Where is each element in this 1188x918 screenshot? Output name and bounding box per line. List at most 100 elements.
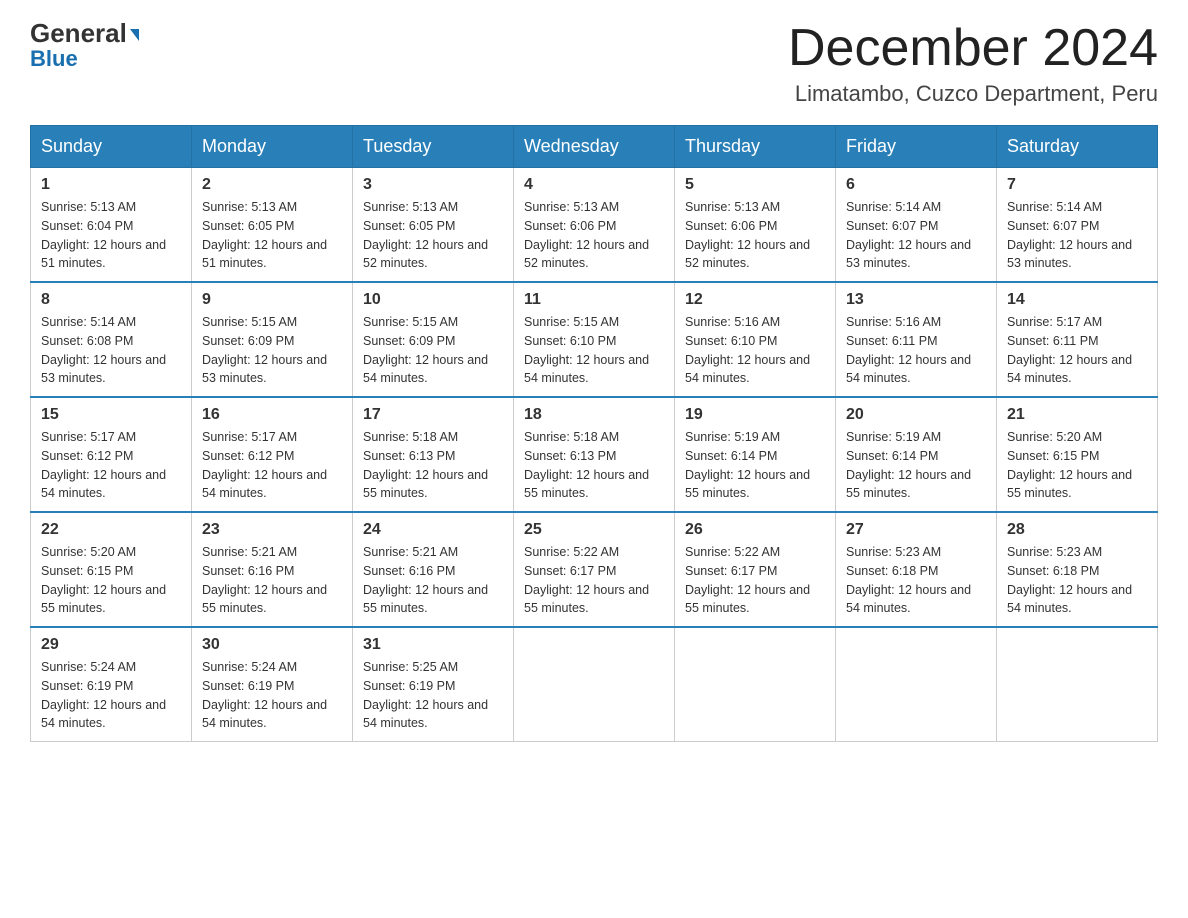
title-block: December 2024 Limatambo, Cuzco Departmen… xyxy=(788,20,1158,107)
calendar-week-3: 15 Sunrise: 5:17 AMSunset: 6:12 PMDayligh… xyxy=(31,397,1158,512)
day-number: 26 xyxy=(685,521,825,539)
day-number: 24 xyxy=(363,521,503,539)
day-number: 16 xyxy=(202,406,342,424)
day-number: 12 xyxy=(685,291,825,309)
calendar-cell: 17 Sunrise: 5:18 AMSunset: 6:13 PMDayligh… xyxy=(353,397,514,512)
day-info: Sunrise: 5:22 AMSunset: 6:17 PMDaylight:… xyxy=(524,543,664,618)
day-number: 31 xyxy=(363,636,503,654)
day-info: Sunrise: 5:15 AMSunset: 6:09 PMDaylight:… xyxy=(363,313,503,388)
calendar-cell: 16Sunrise: 5:17 AMSunset: 6:12 PMDayligh… xyxy=(192,397,353,512)
day-info: Sunrise: 5:15 AMSunset: 6:10 PMDaylight:… xyxy=(524,313,664,388)
day-number: 2 xyxy=(202,176,342,194)
day-number: 4 xyxy=(524,176,664,194)
day-info: Sunrise: 5:24 AMSunset: 6:19 PMDaylight:… xyxy=(41,658,181,733)
logo: General Blue xyxy=(30,20,139,72)
calendar-week-1: 1 Sunrise: 5:13 AMSunset: 6:04 PMDaylight… xyxy=(31,168,1158,283)
day-number: 28 xyxy=(1007,521,1147,539)
day-number: 6 xyxy=(846,176,986,194)
calendar-week-4: 22 Sunrise: 5:20 AMSunset: 6:15 PMDayligh… xyxy=(31,512,1158,627)
day-info: Sunrise: 5:23 AMSunset: 6:18 PMDaylight:… xyxy=(846,543,986,618)
day-info: Sunrise: 5:14 AMSunset: 6:07 PMDaylight:… xyxy=(1007,198,1147,273)
calendar-cell: 24 Sunrise: 5:21 AMSunset: 6:16 PMDayligh… xyxy=(353,512,514,627)
col-header-wednesday: Wednesday xyxy=(514,126,675,168)
month-title: December 2024 xyxy=(788,20,1158,77)
day-number: 14 xyxy=(1007,291,1147,309)
calendar-cell: 3Sunrise: 5:13 AMSunset: 6:05 PMDaylight… xyxy=(353,168,514,283)
day-info: Sunrise: 5:14 AMSunset: 6:08 PMDaylight:… xyxy=(41,313,181,388)
calendar-cell: 19Sunrise: 5:19 AMSunset: 6:14 PMDayligh… xyxy=(675,397,836,512)
day-info: Sunrise: 5:13 AMSunset: 6:06 PMDaylight:… xyxy=(685,198,825,273)
calendar-cell: 20 Sunrise: 5:19 AMSunset: 6:14 PMDayligh… xyxy=(836,397,997,512)
day-number: 3 xyxy=(363,176,503,194)
calendar-cell: 13 Sunrise: 5:16 AMSunset: 6:11 PMDayligh… xyxy=(836,282,997,397)
day-info: Sunrise: 5:19 AMSunset: 6:14 PMDaylight:… xyxy=(846,428,986,503)
day-info: Sunrise: 5:14 AMSunset: 6:07 PMDaylight:… xyxy=(846,198,986,273)
day-number: 15 xyxy=(41,406,181,424)
day-info: Sunrise: 5:13 AMSunset: 6:04 PMDaylight:… xyxy=(41,198,181,273)
calendar-cell: 5Sunrise: 5:13 AMSunset: 6:06 PMDaylight… xyxy=(675,168,836,283)
day-info: Sunrise: 5:20 AMSunset: 6:15 PMDaylight:… xyxy=(1007,428,1147,503)
day-number: 9 xyxy=(202,291,342,309)
day-info: Sunrise: 5:16 AMSunset: 6:10 PMDaylight:… xyxy=(685,313,825,388)
location-title: Limatambo, Cuzco Department, Peru xyxy=(788,81,1158,107)
day-info: Sunrise: 5:18 AMSunset: 6:13 PMDaylight:… xyxy=(363,428,503,503)
calendar-header-row: SundayMondayTuesdayWednesdayThursdayFrid… xyxy=(31,126,1158,168)
day-info: Sunrise: 5:13 AMSunset: 6:05 PMDaylight:… xyxy=(202,198,342,273)
day-number: 22 xyxy=(41,521,181,539)
day-number: 1 xyxy=(41,176,181,194)
calendar-cell: 30Sunrise: 5:24 AMSunset: 6:19 PMDayligh… xyxy=(192,627,353,742)
day-info: Sunrise: 5:22 AMSunset: 6:17 PMDaylight:… xyxy=(685,543,825,618)
calendar-cell: 7Sunrise: 5:14 AMSunset: 6:07 PMDaylight… xyxy=(997,168,1158,283)
day-number: 17 xyxy=(363,406,503,424)
day-info: Sunrise: 5:20 AMSunset: 6:15 PMDaylight:… xyxy=(41,543,181,618)
calendar-cell: 9 Sunrise: 5:15 AMSunset: 6:09 PMDaylight… xyxy=(192,282,353,397)
day-info: Sunrise: 5:13 AMSunset: 6:06 PMDaylight:… xyxy=(524,198,664,273)
col-header-thursday: Thursday xyxy=(675,126,836,168)
calendar-cell: 23Sunrise: 5:21 AMSunset: 6:16 PMDayligh… xyxy=(192,512,353,627)
calendar-cell: 26 Sunrise: 5:22 AMSunset: 6:17 PMDayligh… xyxy=(675,512,836,627)
day-info: Sunrise: 5:17 AMSunset: 6:12 PMDaylight:… xyxy=(41,428,181,503)
day-number: 8 xyxy=(41,291,181,309)
day-number: 27 xyxy=(846,521,986,539)
day-number: 21 xyxy=(1007,406,1147,424)
calendar-cell: 12 Sunrise: 5:16 AMSunset: 6:10 PMDayligh… xyxy=(675,282,836,397)
calendar-cell: 28 Sunrise: 5:23 AMSunset: 6:18 PMDayligh… xyxy=(997,512,1158,627)
day-number: 10 xyxy=(363,291,503,309)
calendar-cell: 29 Sunrise: 5:24 AMSunset: 6:19 PMDayligh… xyxy=(31,627,192,742)
page-header: General Blue December 2024 Limatambo, Cu… xyxy=(30,20,1158,107)
calendar-cell: 11Sunrise: 5:15 AMSunset: 6:10 PMDayligh… xyxy=(514,282,675,397)
day-info: Sunrise: 5:24 AMSunset: 6:19 PMDaylight:… xyxy=(202,658,342,733)
day-info: Sunrise: 5:21 AMSunset: 6:16 PMDaylight:… xyxy=(202,543,342,618)
day-info: Sunrise: 5:17 AMSunset: 6:11 PMDaylight:… xyxy=(1007,313,1147,388)
day-info: Sunrise: 5:21 AMSunset: 6:16 PMDaylight:… xyxy=(363,543,503,618)
calendar-cell: 4 Sunrise: 5:13 AMSunset: 6:06 PMDaylight… xyxy=(514,168,675,283)
col-header-tuesday: Tuesday xyxy=(353,126,514,168)
day-number: 20 xyxy=(846,406,986,424)
calendar-cell: 2 Sunrise: 5:13 AMSunset: 6:05 PMDaylight… xyxy=(192,168,353,283)
logo-general: General xyxy=(30,20,139,46)
calendar-table: SundayMondayTuesdayWednesdayThursdayFrid… xyxy=(30,125,1158,742)
day-info: Sunrise: 5:23 AMSunset: 6:18 PMDaylight:… xyxy=(1007,543,1147,618)
calendar-cell: 21 Sunrise: 5:20 AMSunset: 6:15 PMDayligh… xyxy=(997,397,1158,512)
calendar-cell: 31Sunrise: 5:25 AMSunset: 6:19 PMDayligh… xyxy=(353,627,514,742)
calendar-cell xyxy=(514,627,675,742)
calendar-cell xyxy=(675,627,836,742)
calendar-cell: 15 Sunrise: 5:17 AMSunset: 6:12 PMDayligh… xyxy=(31,397,192,512)
calendar-cell: 6 Sunrise: 5:14 AMSunset: 6:07 PMDaylight… xyxy=(836,168,997,283)
calendar-week-2: 8 Sunrise: 5:14 AMSunset: 6:08 PMDaylight… xyxy=(31,282,1158,397)
day-info: Sunrise: 5:16 AMSunset: 6:11 PMDaylight:… xyxy=(846,313,986,388)
day-number: 18 xyxy=(524,406,664,424)
calendar-cell xyxy=(836,627,997,742)
col-header-saturday: Saturday xyxy=(997,126,1158,168)
day-number: 29 xyxy=(41,636,181,654)
calendar-cell: 1 Sunrise: 5:13 AMSunset: 6:04 PMDaylight… xyxy=(31,168,192,283)
day-info: Sunrise: 5:15 AMSunset: 6:09 PMDaylight:… xyxy=(202,313,342,388)
day-number: 25 xyxy=(524,521,664,539)
col-header-monday: Monday xyxy=(192,126,353,168)
calendar-cell: 8 Sunrise: 5:14 AMSunset: 6:08 PMDaylight… xyxy=(31,282,192,397)
calendar-cell: 25 Sunrise: 5:22 AMSunset: 6:17 PMDayligh… xyxy=(514,512,675,627)
day-info: Sunrise: 5:18 AMSunset: 6:13 PMDaylight:… xyxy=(524,428,664,503)
col-header-friday: Friday xyxy=(836,126,997,168)
calendar-cell: 10 Sunrise: 5:15 AMSunset: 6:09 PMDayligh… xyxy=(353,282,514,397)
day-number: 13 xyxy=(846,291,986,309)
